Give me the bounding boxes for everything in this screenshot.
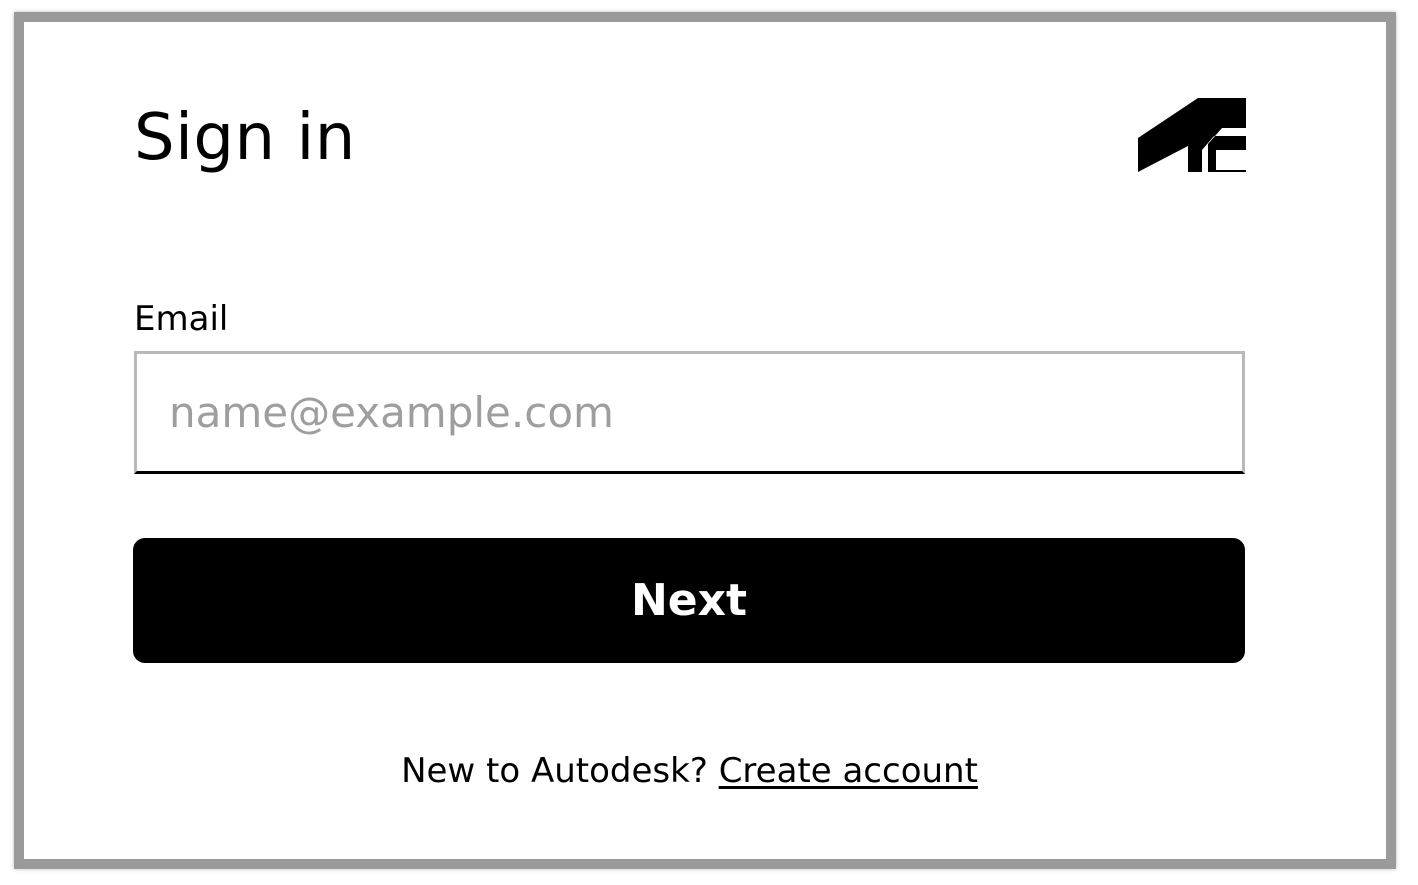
- create-account-link[interactable]: Create account: [719, 751, 978, 791]
- signup-prompt-text: New to Autodesk?: [401, 751, 719, 791]
- email-label: Email: [134, 299, 229, 339]
- next-button[interactable]: Next: [133, 538, 1245, 663]
- email-field[interactable]: [134, 351, 1245, 474]
- signin-dialog: Sign in Email Next New to Autodesk? Crea…: [14, 12, 1396, 869]
- signup-prompt: New to Autodesk? Create account: [134, 748, 1245, 794]
- page-title: Sign in: [134, 101, 356, 175]
- autodesk-logo-icon: [1138, 98, 1246, 172]
